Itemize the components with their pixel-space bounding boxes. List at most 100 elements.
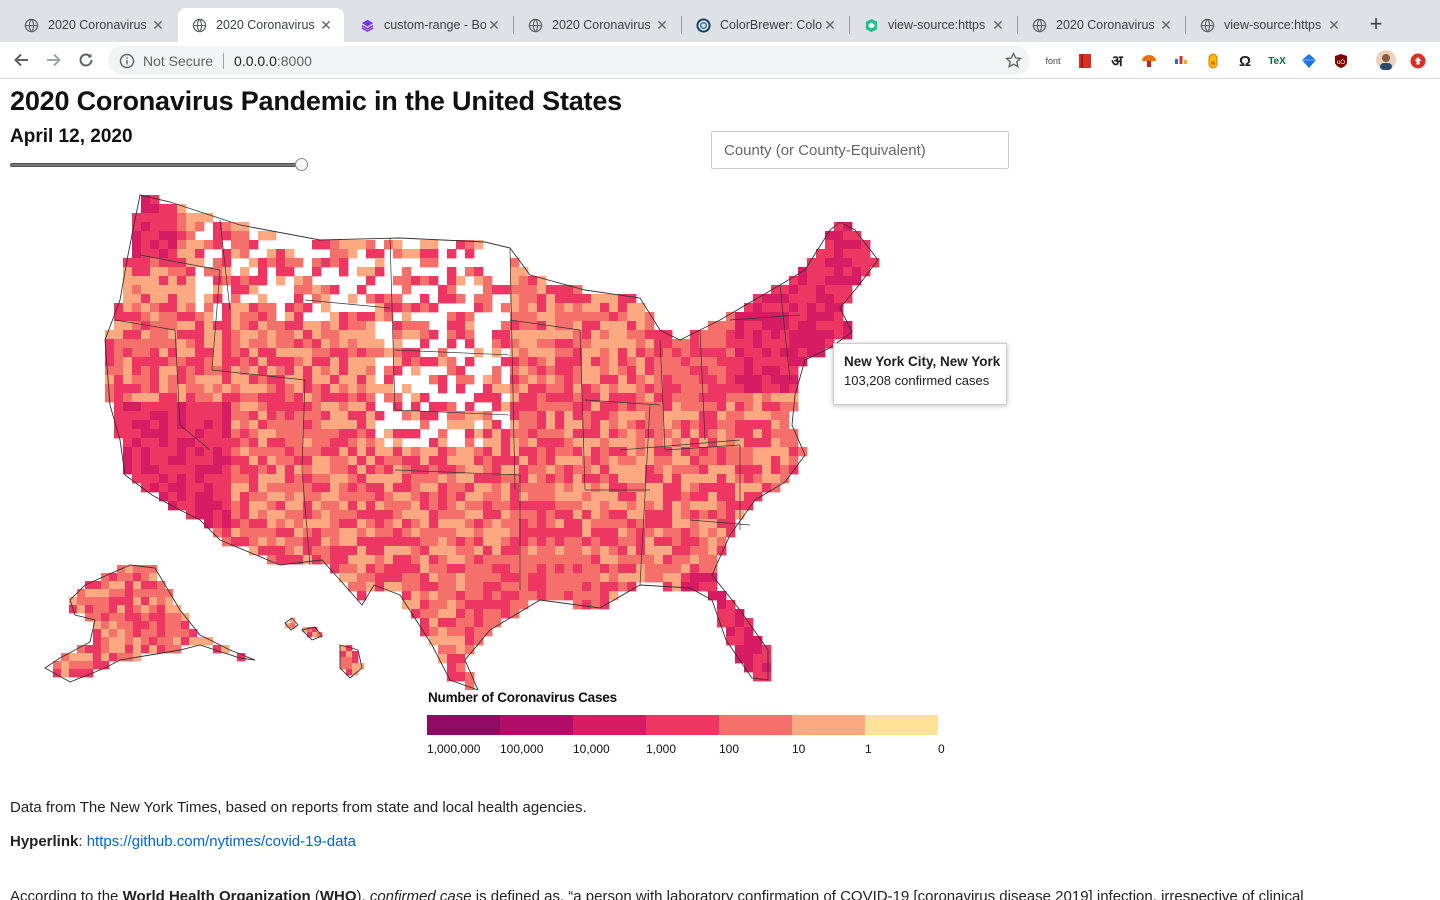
county-tile[interactable] [573,330,583,340]
county-tile[interactable] [528,537,538,547]
county-tile[interactable] [393,357,403,367]
county-tile[interactable] [149,637,158,646]
county-tile[interactable] [609,384,619,394]
county-tile[interactable] [366,375,376,385]
county-tile[interactable] [636,429,646,439]
county-tile[interactable] [348,438,358,448]
county-tile[interactable] [510,546,520,556]
county-tile[interactable] [357,375,367,385]
county-tile[interactable] [346,657,353,664]
county-tile[interactable] [636,420,646,430]
county-tile[interactable] [573,474,583,484]
county-tile[interactable] [177,339,187,349]
county-tile[interactable] [591,438,601,448]
county-tile[interactable] [672,402,682,412]
browser-tab[interactable]: view-source:https ✕ [1186,8,1352,42]
county-tile[interactable] [609,303,619,313]
county-tile[interactable] [852,249,862,259]
county-tile[interactable] [375,555,385,565]
county-tile[interactable] [429,438,439,448]
county-tile[interactable] [762,645,772,655]
county-tile[interactable] [402,537,412,547]
county-tile[interactable] [321,411,331,421]
county-tile[interactable] [195,213,205,223]
county-tile[interactable] [483,393,493,403]
county-tile[interactable] [132,384,142,394]
county-tile[interactable] [384,366,394,376]
county-tile[interactable] [267,438,277,448]
county-tile[interactable] [438,483,448,493]
county-tile[interactable] [636,546,646,556]
county-tile[interactable] [204,519,214,529]
county-tile[interactable] [537,357,547,367]
county-tile[interactable] [321,258,331,268]
county-tile[interactable] [492,465,502,475]
county-tile[interactable] [339,546,349,556]
county-tile[interactable] [258,465,268,475]
county-tile[interactable] [555,573,565,583]
county-tile[interactable] [384,528,394,538]
county-tile[interactable] [420,339,430,349]
county-tile[interactable] [492,474,502,484]
county-tile[interactable] [240,267,250,277]
county-tile[interactable] [429,303,439,313]
county-tile[interactable] [564,393,574,403]
county-tile[interactable] [411,321,421,331]
county-tile[interactable] [492,501,502,511]
county-tile[interactable] [186,294,196,304]
county-tile[interactable] [249,456,259,466]
county-tile[interactable] [483,492,493,502]
county-tile[interactable] [528,564,538,574]
county-tile[interactable] [600,321,610,331]
county-tile[interactable] [546,357,556,367]
county-tile[interactable] [276,456,286,466]
browser-tab[interactable]: view-source:https ✕ [850,8,1016,42]
county-tile[interactable] [564,330,574,340]
county-tile[interactable] [591,483,601,493]
county-tile[interactable] [77,589,86,598]
county-tile[interactable] [519,429,529,439]
county-tile[interactable] [330,510,340,520]
county-tile[interactable] [222,447,232,457]
county-tile[interactable] [744,447,754,457]
county-tile[interactable] [168,258,178,268]
county-tile[interactable] [267,348,277,358]
county-tile[interactable] [780,348,790,358]
county-tile[interactable] [231,402,241,412]
county-tile[interactable] [762,330,772,340]
county-tile[interactable] [474,483,484,493]
county-tile[interactable] [321,420,331,430]
county-tile[interactable] [133,645,142,654]
county-tile[interactable] [402,348,412,358]
county-tile[interactable] [285,438,295,448]
county-tile[interactable] [312,285,322,295]
county-tile[interactable] [591,501,601,511]
county-tile[interactable] [780,393,790,403]
county-tile[interactable] [546,591,556,601]
county-tile[interactable] [690,393,700,403]
county-tile[interactable] [339,474,349,484]
county-tile[interactable] [150,411,160,421]
county-tile[interactable] [609,465,619,475]
county-tile[interactable] [204,492,214,502]
county-tile[interactable] [357,384,367,394]
close-tab-icon[interactable]: ✕ [990,17,1006,34]
county-tile[interactable] [339,537,349,547]
county-tile[interactable] [195,384,205,394]
county-tile[interactable] [564,465,574,475]
county-tile[interactable] [149,597,158,606]
county-tile[interactable] [393,555,403,565]
county-tile[interactable] [447,402,457,412]
county-tile[interactable] [717,528,727,538]
county-tile[interactable] [123,294,133,304]
county-tile[interactable] [474,564,484,574]
county-tile[interactable] [591,573,601,583]
county-tile[interactable] [276,393,286,403]
county-tile[interactable] [303,366,313,376]
county-tile[interactable] [690,411,700,421]
county-tile[interactable] [546,366,556,376]
county-tile[interactable] [510,537,520,547]
county-tile[interactable] [438,636,448,646]
county-tile[interactable] [348,537,358,547]
county-tile[interactable] [843,285,853,295]
